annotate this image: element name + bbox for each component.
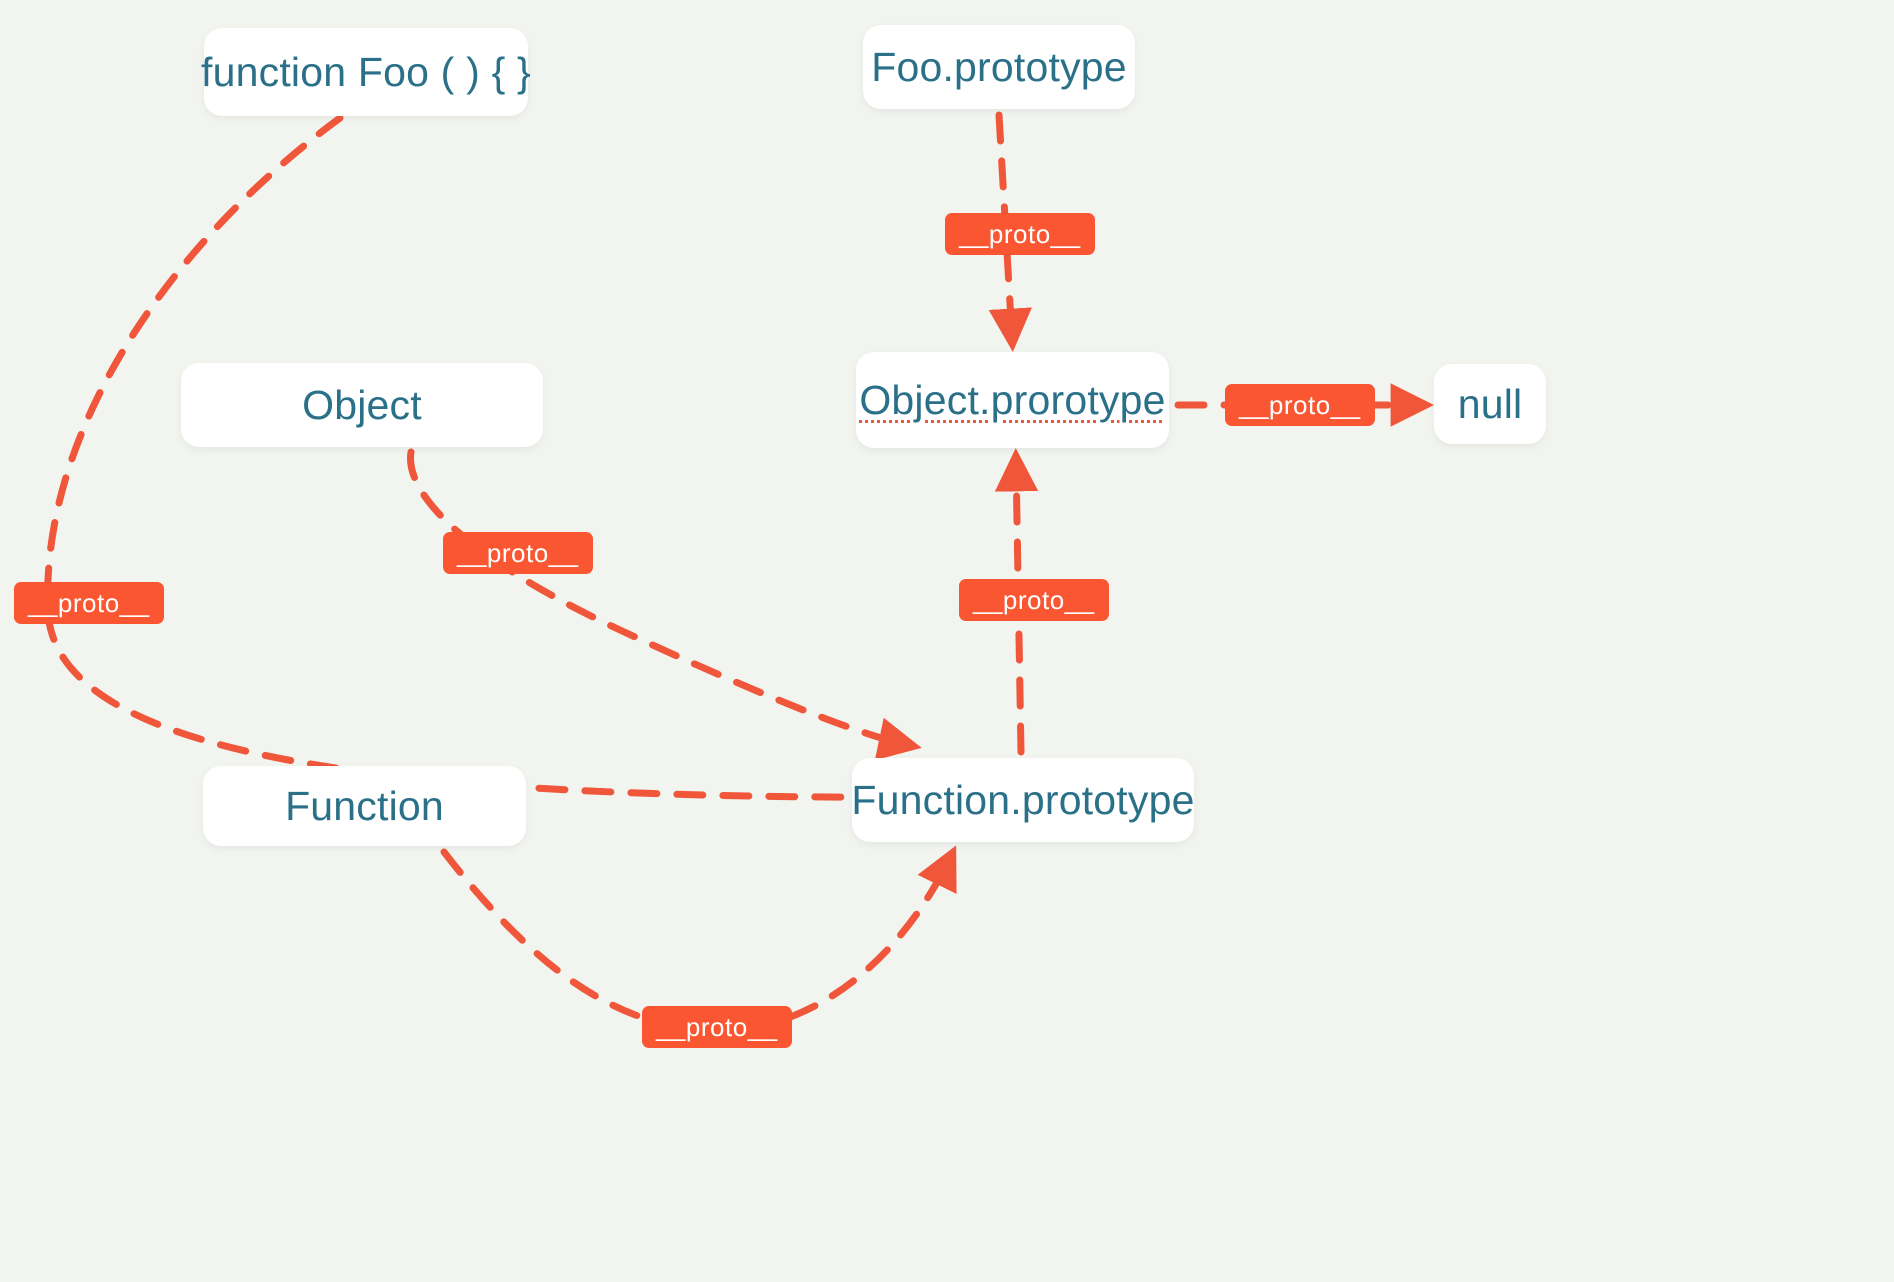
edge-foo-function-to-function-prototype bbox=[44, 114, 1044, 819]
node-foo-prototype[interactable]: Foo.prototype bbox=[863, 25, 1135, 109]
node-label: function Foo ( ) { } bbox=[201, 48, 531, 95]
edge-label-text: __proto__ bbox=[973, 585, 1095, 615]
edge-label-object-prototype-to-null[interactable]: __proto__ bbox=[1225, 384, 1375, 426]
node-label: Function.prototype bbox=[851, 776, 1195, 823]
edge-object-to-function-prototype bbox=[407, 448, 922, 761]
edge-label-function-prototype-to-object-prototype[interactable]: __proto__ bbox=[959, 579, 1109, 621]
diagram-canvas: function Foo ( ) { } Foo.prototype Objec… bbox=[0, 0, 1894, 1282]
node-label: null bbox=[1457, 380, 1523, 427]
node-object[interactable]: Object bbox=[181, 363, 543, 447]
edge-label-text: __proto__ bbox=[656, 1012, 778, 1042]
node-foo-function[interactable]: function Foo ( ) { } bbox=[201, 28, 531, 116]
edge-label-text: __proto__ bbox=[959, 219, 1081, 249]
edge-label-text: __proto__ bbox=[28, 588, 150, 618]
node-label: Foo.prototype bbox=[871, 43, 1127, 90]
node-label: Object bbox=[302, 381, 422, 428]
node-function-prototype[interactable]: Function.prototype bbox=[851, 758, 1195, 842]
node-object-prototype[interactable]: Object.prorotype bbox=[856, 352, 1169, 448]
edge-label-text: __proto__ bbox=[1239, 390, 1361, 420]
node-function[interactable]: Function bbox=[203, 766, 526, 846]
edge-label-function-to-function-prototype[interactable]: __proto__ bbox=[642, 1006, 792, 1048]
node-label: Function bbox=[285, 782, 444, 829]
edge-label-foo-function-to-function-prototype[interactable]: __proto__ bbox=[14, 582, 164, 624]
edge-label-foo-prototype-to-object-prototype[interactable]: __proto__ bbox=[945, 213, 1095, 255]
edge-layer bbox=[44, 111, 1435, 1035]
node-label: Object.prorotype bbox=[859, 376, 1166, 423]
node-null[interactable]: null bbox=[1434, 364, 1546, 444]
edge-label-object-to-function-prototype[interactable]: __proto__ bbox=[443, 532, 593, 574]
edge-label-text: __proto__ bbox=[457, 538, 579, 568]
edge-function-to-function-prototype bbox=[440, 845, 957, 1035]
